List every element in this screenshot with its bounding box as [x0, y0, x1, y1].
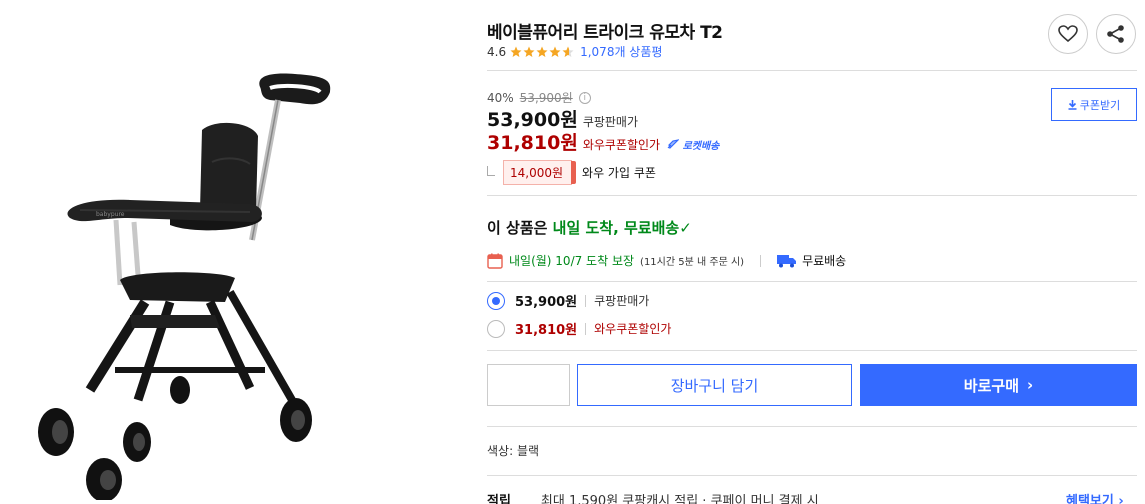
- delivery-date: 내일(월) 10/7 도착 보장: [509, 254, 635, 268]
- option-label: 쿠팡판매가: [594, 294, 650, 308]
- divider: [487, 350, 1137, 351]
- rating-stars[interactable]: [510, 46, 574, 58]
- discount-rate: 40%: [487, 90, 514, 105]
- rating-value: 4.6: [487, 44, 507, 59]
- heart-icon: [1058, 25, 1078, 43]
- arrival-info: 이 상품은 내일 도착, 무료배송✓: [487, 217, 692, 238]
- delivery-condition: (11시간 5분 내 주문 시): [640, 257, 745, 268]
- color-option: 색상: 블랙: [487, 444, 540, 458]
- rocket-delivery-badge: 로켓배송: [667, 137, 719, 152]
- star-icon: [523, 46, 535, 57]
- buy-now-label: 바로구매: [963, 376, 1019, 395]
- option-sale-price[interactable]: 53,900원 쿠팡판매가: [487, 291, 649, 310]
- separator: [760, 254, 762, 267]
- product-image: babypure: [38, 73, 331, 500]
- wishlist-button[interactable]: [1048, 14, 1088, 54]
- coupon-download-button[interactable]: 쿠폰받기: [1051, 88, 1137, 121]
- svg-text:babypure: babypure: [96, 211, 125, 218]
- download-icon: [1068, 99, 1077, 110]
- benefit-link[interactable]: 혜택보기 ›: [1066, 490, 1124, 504]
- points-label: 적립: [487, 494, 511, 504]
- points-text: 최대 1,590원 쿠팡캐시 적립 · 쿠페이 머니 결제 시: [540, 494, 819, 504]
- star-icon: [549, 46, 561, 57]
- coupon-label: 와우 가입 쿠폰: [582, 166, 656, 180]
- star-icon: [536, 46, 548, 57]
- divider: [487, 195, 1137, 196]
- star-icon: [562, 46, 574, 57]
- delivery-row: 내일(월) 10/7 도착 보장 (11시간 5분 내 주문 시) 무료배송: [487, 252, 846, 269]
- rating-row: 4.6 1,078개 상품평: [487, 43, 662, 60]
- coupon-amount: 14,000원: [503, 160, 577, 185]
- share-button[interactable]: [1096, 14, 1136, 54]
- option-label: 와우쿠폰할인가: [594, 322, 672, 336]
- coupon-button-label: 쿠폰받기: [1079, 98, 1121, 112]
- rocket-icon: [667, 139, 680, 150]
- separator: [585, 322, 587, 335]
- rocket-label: 로켓배송: [682, 141, 720, 152]
- quantity-stepper: ▲ ▼: [487, 364, 702, 406]
- separator: [585, 294, 587, 307]
- discount-row: 40% 53,900원 i: [487, 89, 591, 106]
- wow-price-row: 31,810원 와우쿠폰할인가 로켓배송: [487, 128, 719, 155]
- calendar-icon: [487, 253, 503, 269]
- coupon-corner: [487, 165, 495, 176]
- option-price: 53,900원: [515, 295, 578, 310]
- option-price: 31,810원: [515, 323, 578, 338]
- info-icon[interactable]: i: [578, 91, 591, 104]
- free-shipping-label: 무료배송: [802, 254, 847, 268]
- review-count-link[interactable]: 1,078개 상품평: [580, 43, 662, 60]
- arrival-highlight: 내일 도착, 무료배송: [552, 219, 680, 237]
- chevron-right-icon: ›: [1027, 376, 1034, 394]
- product-title: 베이블퓨어리 트라이크 유모차 T2: [487, 23, 723, 43]
- radio-selected[interactable]: [487, 291, 505, 310]
- add-to-cart-button[interactable]: 장바구니 담기: [577, 364, 852, 406]
- coupon-row: 14,000원 와우 가입 쿠폰: [487, 160, 656, 185]
- star-icon: [510, 46, 522, 57]
- original-price: 53,900원: [519, 91, 573, 105]
- divider: [487, 426, 1137, 427]
- arrival-prefix: 이 상품은: [487, 219, 553, 237]
- wow-price-label: 와우쿠폰할인가: [582, 138, 661, 152]
- wow-price: 31,810원: [487, 132, 578, 154]
- divider: [487, 281, 1137, 282]
- option-wow-price[interactable]: 31,810원 와우쿠폰할인가: [487, 319, 671, 338]
- buy-now-button[interactable]: 바로구매 ›: [860, 364, 1137, 406]
- divider: [487, 70, 1137, 71]
- check-icon: ✓: [679, 219, 692, 237]
- points-row: 적립 최대 1,590원 쿠팡캐시 적립 · 쿠페이 머니 결제 시: [487, 490, 819, 504]
- radio-unselected[interactable]: [487, 319, 505, 338]
- divider: [487, 475, 1137, 476]
- truck-icon: [777, 254, 797, 267]
- share-icon: [1107, 25, 1124, 43]
- free-shipping: 무료배송: [777, 252, 846, 269]
